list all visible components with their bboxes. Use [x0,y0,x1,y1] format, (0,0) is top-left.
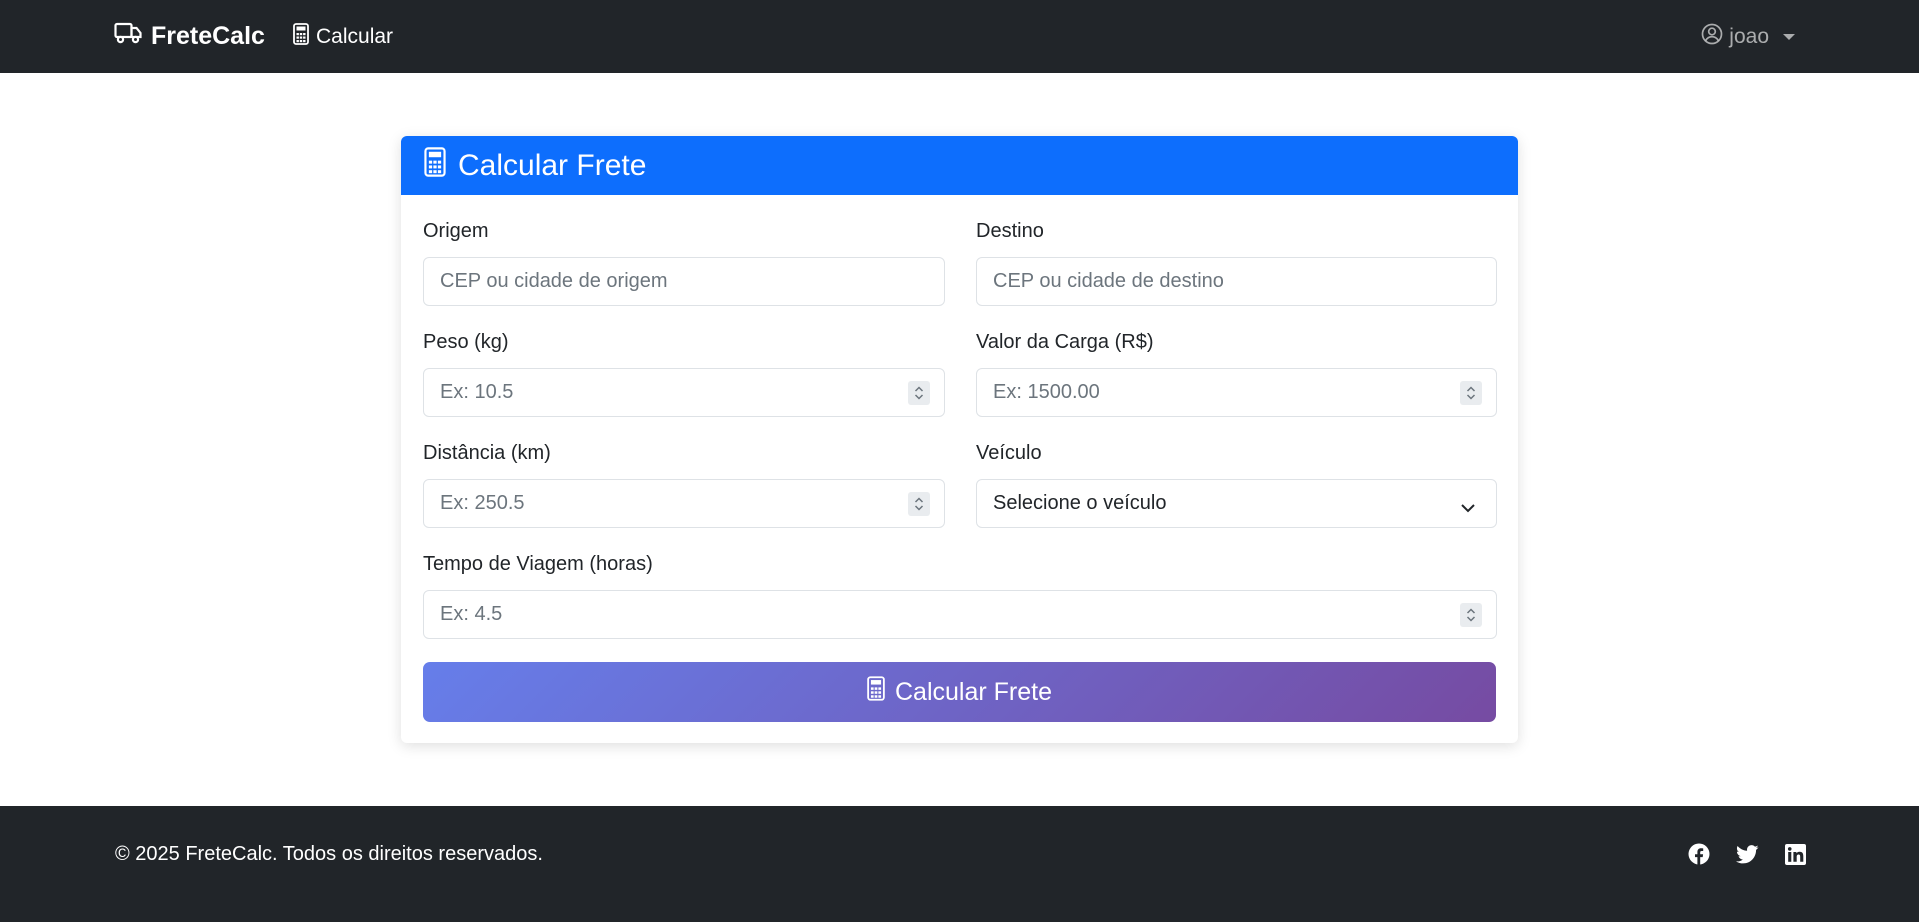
distancia-input[interactable]: Ex: 250.5 [423,479,945,528]
copyright-text: © 2025 FreteCalc. Todos os direitos rese… [115,842,543,865]
peso-label: Peso (kg) [423,331,509,353]
navbar: FreteCalc Calcular joao [0,0,1919,73]
spinner-icon[interactable] [908,492,930,516]
field-peso: Peso (kg) Ex: 10.5 [423,330,945,417]
chevron-down-icon [1460,497,1476,520]
valor-placeholder: Ex: 1500.00 [993,381,1100,403]
field-destino: Destino CEP ou cidade de destino [976,219,1497,306]
valor-label: Valor da Carga (R$) [976,331,1154,353]
calculator-icon [293,22,309,51]
veiculo-selected: Selecione o veículo [993,492,1167,514]
field-distancia: Distância (km) Ex: 250.5 [423,441,945,528]
distancia-label: Distância (km) [423,442,551,464]
social-links [1688,806,1806,902]
veiculo-label: Veículo [976,442,1042,464]
freight-card: Calcular Frete Origem CEP ou cidade de o… [401,136,1518,743]
facebook-icon[interactable] [1688,843,1710,865]
valor-input[interactable]: Ex: 1500.00 [976,368,1497,417]
field-veiculo: Veículo Selecione o veículo [976,441,1497,528]
twitter-icon[interactable] [1736,844,1759,864]
destino-label: Destino [976,220,1044,242]
linkedin-icon[interactable] [1785,843,1806,865]
spinner-icon[interactable] [1460,603,1482,627]
submit-label: Calcular Frete [895,677,1052,706]
destino-input[interactable]: CEP ou cidade de destino [976,257,1497,306]
tempo-placeholder: Ex: 4.5 [440,603,503,625]
peso-input[interactable]: Ex: 10.5 [423,368,945,417]
field-tempo: Tempo de Viagem (horas) Ex: 4.5 [423,552,1497,639]
peso-placeholder: Ex: 10.5 [440,381,514,403]
username: joao [1729,24,1769,48]
distancia-placeholder: Ex: 250.5 [440,492,525,514]
tempo-label: Tempo de Viagem (horas) [423,553,653,575]
spinner-icon[interactable] [908,381,930,405]
field-origem: Origem CEP ou cidade de origem [423,219,945,306]
origem-input[interactable]: CEP ou cidade de origem [423,257,945,306]
spinner-icon[interactable] [1460,381,1482,405]
calcular-frete-button[interactable]: Calcular Frete [423,662,1496,722]
brand-name: FreteCalc [151,22,265,50]
origem-label: Origem [423,220,489,242]
veiculo-select[interactable]: Selecione o veículo [976,479,1497,528]
truck-icon [114,22,142,51]
person-circle-icon [1701,23,1723,51]
tempo-input[interactable]: Ex: 4.5 [423,590,1497,639]
chevron-down-icon [1783,33,1795,40]
user-dropdown[interactable]: joao [1701,0,1795,73]
field-valor: Valor da Carga (R$) Ex: 1500.00 [976,330,1497,417]
calculator-icon [424,146,446,185]
card-header: Calcular Frete [401,136,1518,195]
nav-calcular[interactable]: Calcular [293,0,393,73]
brand-link[interactable]: FreteCalc [114,0,265,73]
card-title: Calcular Frete [458,148,647,182]
calculator-icon [867,676,885,708]
nav-link-label: Calcular [316,24,394,48]
footer: © 2025 FreteCalc. Todos os direitos rese… [0,806,1919,922]
